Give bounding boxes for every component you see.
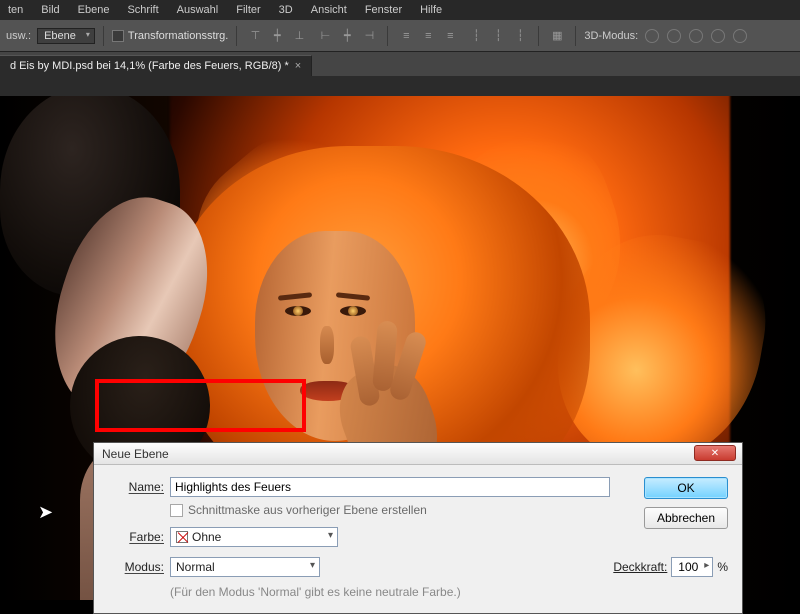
align-left-icon[interactable]: ⊢ xyxy=(315,27,335,45)
new-layer-dialog: Neue Ebene ✕ Name: Schnittmaske aus vorh… xyxy=(93,442,743,614)
separator xyxy=(103,26,104,46)
separator xyxy=(236,26,237,46)
color-dropdown[interactable]: Ohne xyxy=(170,527,338,547)
menu-item[interactable]: Hilfe xyxy=(420,4,442,16)
align-vcenter-icon[interactable]: ┿ xyxy=(267,27,287,45)
iris xyxy=(293,306,303,316)
dialog-title: Neue Ebene xyxy=(102,447,169,461)
align-hcenter-icon[interactable]: ┿ xyxy=(337,27,357,45)
mode-label: Modus: xyxy=(108,560,164,574)
3d-scale-icon[interactable] xyxy=(733,29,747,43)
canvas-area: ➤ Neue Ebene ✕ Name: Schnittmaske aus vo… xyxy=(0,76,800,600)
separator xyxy=(387,26,388,46)
document-tab-title: d Eis by MDI.psd bei 14,1% (Farbe des Fe… xyxy=(10,60,289,72)
none-swatch-icon xyxy=(176,531,188,543)
options-label: usw.: xyxy=(6,30,31,42)
separator xyxy=(575,26,576,46)
distribute-left-icon[interactable]: ┆ xyxy=(466,27,486,45)
separator xyxy=(538,26,539,46)
menu-item[interactable]: Auswahl xyxy=(177,4,219,16)
opacity-label: Deckkraft: xyxy=(613,560,667,574)
auto-align-icon[interactable]: ▦ xyxy=(547,27,567,45)
dialog-titlebar[interactable]: Neue Ebene ✕ xyxy=(94,443,742,465)
opacity-unit: % xyxy=(717,560,728,574)
align-group-2: ⊢ ┿ ⊣ xyxy=(315,27,379,45)
dialog-buttons: OK Abbrechen xyxy=(644,477,728,529)
distribute-hcenter-icon[interactable]: ┆ xyxy=(488,27,508,45)
name-label: Name: xyxy=(108,480,164,494)
neutral-color-checkbox: (Für den Modus 'Normal' gibt es keine ne… xyxy=(170,585,728,599)
checkbox-icon xyxy=(112,30,124,42)
checkbox-icon xyxy=(170,504,183,517)
nose xyxy=(320,326,334,364)
document-tab[interactable]: d Eis by MDI.psd bei 14,1% (Farbe des Fe… xyxy=(0,55,312,76)
menu-bar: ten Bild Ebene Schrift Auswahl Filter 3D… xyxy=(0,0,800,20)
distribute-right-icon[interactable]: ┆ xyxy=(510,27,530,45)
3d-rotate-icon[interactable] xyxy=(645,29,659,43)
transform-controls-checkbox[interactable]: Transformationsstrg. xyxy=(112,30,228,42)
align-right-icon[interactable]: ⊣ xyxy=(359,27,379,45)
menu-item[interactable]: ten xyxy=(8,4,23,16)
menu-item[interactable]: Filter xyxy=(236,4,260,16)
distribute-group-1: ≡ ≡ ≡ xyxy=(396,27,460,45)
clipping-mask-label: Schnittmaske aus vorheriger Ebene erstel… xyxy=(188,503,427,517)
menu-item[interactable]: Bild xyxy=(41,4,59,16)
layer-name-input[interactable] xyxy=(170,477,610,497)
iris xyxy=(348,306,358,316)
options-bar: usw.: Ebene Transformationsstrg. ⊤ ┿ ⊥ ⊢… xyxy=(0,20,800,52)
distribute-vcenter-icon[interactable]: ≡ xyxy=(418,27,438,45)
ok-button[interactable]: OK xyxy=(644,477,728,499)
menu-item[interactable]: Ebene xyxy=(78,4,110,16)
distribute-group-2: ┆ ┆ ┆ xyxy=(466,27,530,45)
auto-select-dropdown[interactable]: Ebene xyxy=(37,28,95,44)
menu-item[interactable]: Fenster xyxy=(365,4,402,16)
close-tab-icon[interactable]: × xyxy=(295,60,301,72)
3d-roll-icon[interactable] xyxy=(667,29,681,43)
distribute-bottom-icon[interactable]: ≡ xyxy=(440,27,460,45)
opacity-input-wrap xyxy=(671,557,713,577)
align-top-icon[interactable]: ⊤ xyxy=(245,27,265,45)
cancel-button[interactable]: Abbrechen xyxy=(644,507,728,529)
mode3d-label: 3D-Modus: xyxy=(584,30,638,42)
3d-drag-icon[interactable] xyxy=(689,29,703,43)
color-label: Farbe: xyxy=(108,530,164,544)
mode-value: Normal xyxy=(176,560,215,574)
close-icon: ✕ xyxy=(711,448,719,459)
align-bottom-icon[interactable]: ⊥ xyxy=(289,27,309,45)
menu-item[interactable]: Schrift xyxy=(127,4,158,16)
dialog-body: Name: Schnittmaske aus vorheriger Ebene … xyxy=(94,465,742,613)
blend-mode-dropdown[interactable]: Normal xyxy=(170,557,320,577)
menu-item[interactable]: Ansicht xyxy=(311,4,347,16)
document-tab-bar: d Eis by MDI.psd bei 14,1% (Farbe des Fe… xyxy=(0,52,800,76)
3d-slide-icon[interactable] xyxy=(711,29,725,43)
color-value: Ohne xyxy=(192,530,221,544)
opacity-input[interactable] xyxy=(671,557,713,577)
menu-item[interactable]: 3D xyxy=(279,4,293,16)
neutral-note-label: (Für den Modus 'Normal' gibt es keine ne… xyxy=(170,585,461,599)
checkbox-label: Transformationsstrg. xyxy=(128,30,228,42)
dialog-close-button[interactable]: ✕ xyxy=(694,445,736,461)
distribute-top-icon[interactable]: ≡ xyxy=(396,27,416,45)
align-group-1: ⊤ ┿ ⊥ xyxy=(245,27,309,45)
